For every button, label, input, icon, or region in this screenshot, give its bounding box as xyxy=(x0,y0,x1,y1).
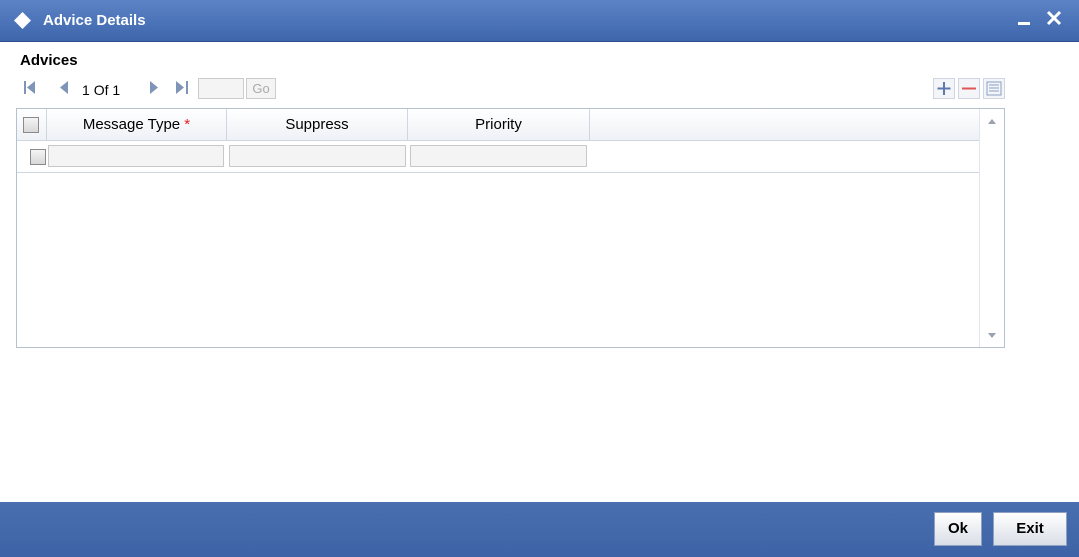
close-icon[interactable] xyxy=(1044,8,1064,28)
page-indicator: 1 Of 1 xyxy=(82,82,120,98)
total-pages: 1 xyxy=(112,82,121,98)
column-header-suppress[interactable]: Suppress xyxy=(227,109,408,140)
table-row xyxy=(17,141,979,173)
column-label: Priority xyxy=(475,116,522,133)
exit-button[interactable]: Exit xyxy=(993,512,1067,546)
next-page-icon[interactable] xyxy=(150,81,158,94)
grid-header: Message Type * Suppress Priority xyxy=(17,109,979,141)
page-separator: Of xyxy=(93,82,109,98)
column-label: Message Type xyxy=(82,116,181,133)
current-page: 1 xyxy=(82,82,90,98)
column-header-priority[interactable]: Priority xyxy=(408,109,590,140)
message-type-input[interactable] xyxy=(48,145,224,167)
scroll-down-icon[interactable] xyxy=(988,333,996,338)
minimize-icon[interactable] xyxy=(1018,22,1030,25)
grid-toolbar: 1 Of 1 Go xyxy=(16,76,1013,102)
suppress-input[interactable] xyxy=(229,145,406,167)
section-title: Advices xyxy=(20,52,78,69)
scroll-up-icon[interactable] xyxy=(988,119,996,124)
dialog-footer: Ok Exit xyxy=(0,502,1079,557)
dialog-content: Advices 1 Of 1 Go Message Type * Suppres… xyxy=(8,42,1071,502)
prev-page-icon[interactable] xyxy=(60,81,68,94)
column-header-message-type[interactable]: Message Type * xyxy=(47,109,227,140)
page-number-input[interactable] xyxy=(198,78,244,99)
single-view-icon xyxy=(986,81,1002,96)
single-view-button[interactable] xyxy=(983,78,1005,99)
priority-input[interactable] xyxy=(410,145,587,167)
advices-grid: Message Type * Suppress Priority xyxy=(16,108,1005,348)
add-row-button[interactable] xyxy=(933,78,955,99)
row-checkbox[interactable] xyxy=(30,149,46,165)
select-all-checkbox[interactable] xyxy=(23,117,39,133)
select-all-cell xyxy=(17,109,47,140)
first-page-icon[interactable] xyxy=(24,81,36,94)
add-row-icon xyxy=(937,82,951,95)
delete-row-icon xyxy=(962,87,976,90)
last-page-icon[interactable] xyxy=(176,81,188,94)
window-title: Advice Details xyxy=(43,12,146,29)
ok-button[interactable]: Ok xyxy=(934,512,982,546)
title-bar: Advice Details xyxy=(0,0,1079,42)
column-label: Suppress xyxy=(285,116,349,133)
vertical-scrollbar[interactable] xyxy=(979,109,1004,347)
go-button[interactable]: Go xyxy=(246,78,276,99)
required-marker: * xyxy=(184,116,191,133)
diamond-icon xyxy=(14,12,31,29)
delete-row-button[interactable] xyxy=(958,78,980,99)
